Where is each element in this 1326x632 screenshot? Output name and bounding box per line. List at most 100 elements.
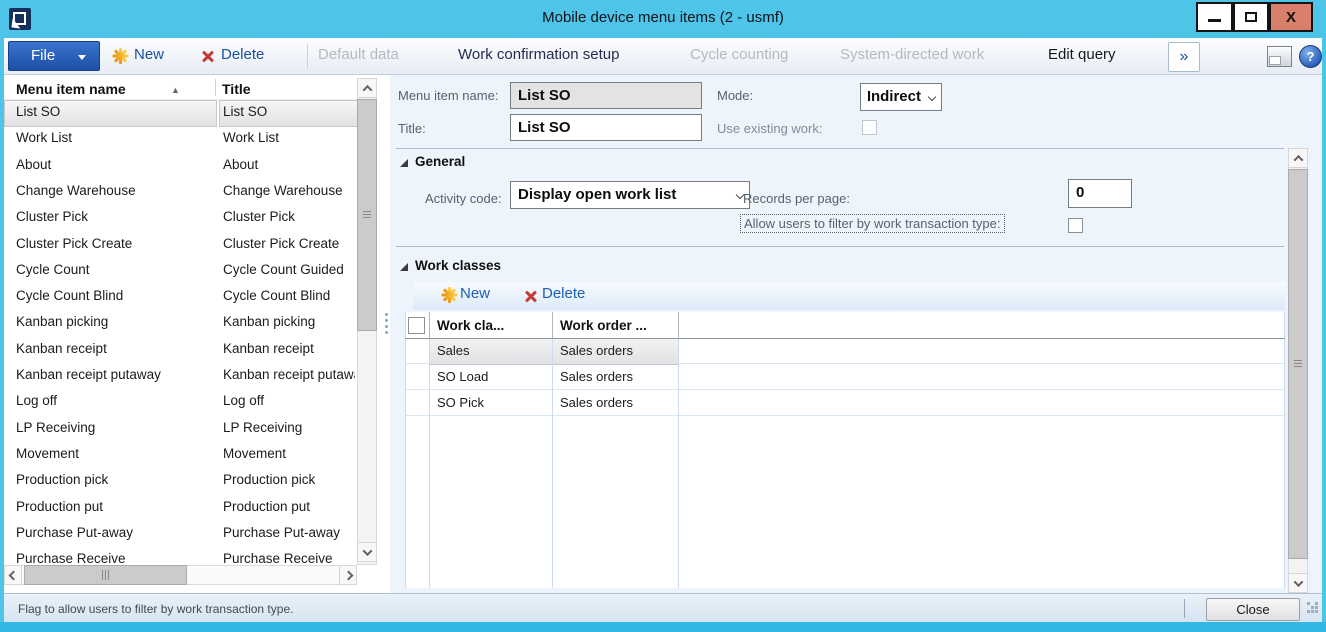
work-class-delete-button[interactable]: Delete	[542, 285, 585, 302]
chevron-left-icon	[8, 570, 18, 580]
menu-item-row[interactable]: Production put Production put	[4, 495, 357, 521]
chevron-down-icon	[1293, 577, 1303, 587]
window-title: Mobile device menu items (2 - usmf)	[0, 9, 1326, 26]
menu-item-title-cell: Movement	[223, 446, 355, 461]
menu-item-row[interactable]: Kanban receipt Kanban receipt	[4, 337, 357, 363]
menu-item-name-field: List SO	[510, 82, 702, 109]
select-all-checkbox[interactable]	[408, 317, 425, 334]
work-class-cell: SO Pick	[437, 395, 484, 410]
minimize-icon	[1208, 19, 1221, 22]
edit-query-button[interactable]: Edit query	[1048, 46, 1116, 63]
column-header-title[interactable]: Title	[222, 81, 251, 97]
work-class-new-button[interactable]: New	[460, 285, 490, 302]
work-class-row[interactable]: SO PickSales orders	[405, 390, 1285, 416]
delete-x-icon	[201, 49, 215, 63]
menu-item-row[interactable]: Purchase Put-awayPurchase Put-away	[4, 521, 357, 547]
menu-item-row[interactable]: Work ListWork List	[4, 126, 357, 152]
title-field[interactable]: List SO	[510, 114, 702, 141]
work-class-row[interactable]: SalesSales orders	[405, 338, 1285, 364]
allow-filter-checkbox[interactable]	[1068, 218, 1083, 233]
menu-item-title-cell: Kanban receipt putaway	[223, 367, 355, 382]
menu-item-row[interactable]: Log offLog off	[4, 389, 357, 415]
activity-code-dropdown[interactable]: Display open work list	[510, 181, 750, 209]
detail-panel: Menu item name: List SO Mode: Indirect T…	[390, 75, 1322, 593]
menu-item-row[interactable]: Cycle Count BlindCycle Count Blind	[4, 284, 357, 310]
help-icon[interactable]: ?	[1299, 45, 1322, 68]
chevron-down-icon	[928, 93, 936, 101]
close-window-button[interactable]: X	[1269, 2, 1313, 32]
right-scroll-down-button[interactable]	[1288, 573, 1308, 593]
menu-item-row[interactable]: AboutAbout	[4, 153, 357, 179]
grid-header-line	[678, 312, 679, 338]
menu-item-name-cell: Production put	[16, 499, 212, 514]
menu-item-title-cell: Kanban receipt	[223, 341, 355, 356]
menu-item-title-cell: Change Warehouse	[223, 183, 355, 198]
titlebar[interactable]: Mobile device menu items (2 - usmf) X	[0, 0, 1326, 38]
resize-grip-icon[interactable]	[1307, 602, 1310, 605]
left-scroll-down-button[interactable]	[357, 542, 377, 562]
splitter-grip-icon	[385, 313, 388, 316]
menu-item-title-cell: Production pick	[223, 472, 355, 487]
menu-item-row[interactable]: Change Warehouse Change Warehouse	[4, 179, 357, 205]
menu-item-row[interactable]: LP ReceivingLP Receiving	[4, 416, 357, 442]
sort-ascending-icon: ▲	[171, 85, 180, 95]
activity-code-label: Activity code:	[425, 191, 502, 206]
menu-item-name-cell: LP Receiving	[16, 420, 212, 435]
file-menu-button[interactable]: File	[8, 41, 100, 71]
layout-panel-icon[interactable]	[1267, 46, 1292, 67]
work-classes-section-header[interactable]: Work classes	[415, 258, 501, 273]
menu-item-row[interactable]: MovementMovement	[4, 442, 357, 468]
general-section-header[interactable]: General	[415, 154, 465, 169]
menu-item-name-label: Menu item name:	[398, 88, 498, 103]
right-scroll-up-button[interactable]	[1288, 148, 1308, 168]
toolbar-overflow-button[interactable]: »	[1168, 42, 1200, 72]
thumb-grip-icon	[363, 211, 371, 219]
mode-dropdown[interactable]: Indirect	[860, 83, 942, 111]
column-header-work-class[interactable]: Work cla...	[437, 318, 504, 333]
menu-item-name-cell: Cluster Pick	[16, 209, 212, 224]
records-per-page-field[interactable]: 0	[1068, 179, 1132, 208]
cycle-counting-button: Cycle counting	[690, 46, 788, 63]
menu-item-name-cell: Production pick	[16, 472, 212, 487]
menu-item-name-cell: Kanban receipt	[16, 341, 212, 356]
left-scroll-up-button[interactable]	[357, 78, 377, 98]
grid-column-line	[429, 312, 430, 588]
menu-item-row[interactable]: Cluster PickCluster Pick	[4, 205, 357, 231]
panel-splitter[interactable]	[383, 75, 390, 585]
menu-item-row[interactable]: Production pick Production pick	[4, 468, 357, 494]
section-separator	[396, 148, 1284, 149]
minimize-button[interactable]	[1196, 2, 1233, 32]
work-confirmation-setup-button[interactable]: Work confirmation setup	[458, 46, 619, 63]
grid-border	[1284, 312, 1285, 588]
menu-item-row[interactable]: Cycle CountCycle Count Guided	[4, 258, 357, 284]
left-vscroll-thumb[interactable]	[357, 99, 377, 331]
menu-item-row[interactable]: Kanban receipt putawayKanban receipt put…	[4, 363, 357, 389]
delete-x-icon	[524, 289, 538, 303]
work-class-cell: SO Load	[437, 369, 488, 384]
work-class-row[interactable]: SO LoadSales orders	[405, 364, 1285, 390]
menu-item-row[interactable]: List SOList SO	[4, 100, 357, 126]
menu-item-name-cell: Log off	[16, 393, 212, 408]
window-border	[0, 622, 1326, 632]
close-button[interactable]: Close	[1206, 598, 1300, 621]
collapse-triangle-icon	[400, 159, 408, 167]
column-header-work-order[interactable]: Work order ...	[560, 318, 647, 333]
column-header-menu-item-name[interactable]: Menu item name	[16, 81, 126, 97]
new-button[interactable]: New	[134, 46, 164, 63]
maximize-button[interactable]	[1233, 2, 1269, 32]
toolbar: File New Delete Default data Work confir…	[4, 38, 1322, 75]
menu-item-name-cell: Change Warehouse	[16, 183, 212, 198]
menu-item-row[interactable]: Cluster Pick CreateCluster Pick Create	[4, 232, 357, 258]
menu-item-title-cell: Production put	[223, 499, 355, 514]
menu-item-title-cell: Cycle Count Guided	[223, 262, 355, 277]
left-hscroll-thumb[interactable]	[24, 565, 187, 585]
right-vscroll-thumb[interactable]	[1288, 169, 1308, 559]
grid-border	[405, 312, 406, 588]
work-class-cell: Sales	[437, 343, 470, 358]
delete-button[interactable]: Delete	[221, 46, 264, 63]
chevron-right-icon	[343, 570, 353, 580]
grid-column-line	[678, 312, 679, 588]
menu-item-row[interactable]: Kanban pickingKanban picking	[4, 310, 357, 336]
left-scroll-right-button[interactable]	[339, 565, 357, 585]
left-scroll-left-button[interactable]	[4, 565, 22, 585]
